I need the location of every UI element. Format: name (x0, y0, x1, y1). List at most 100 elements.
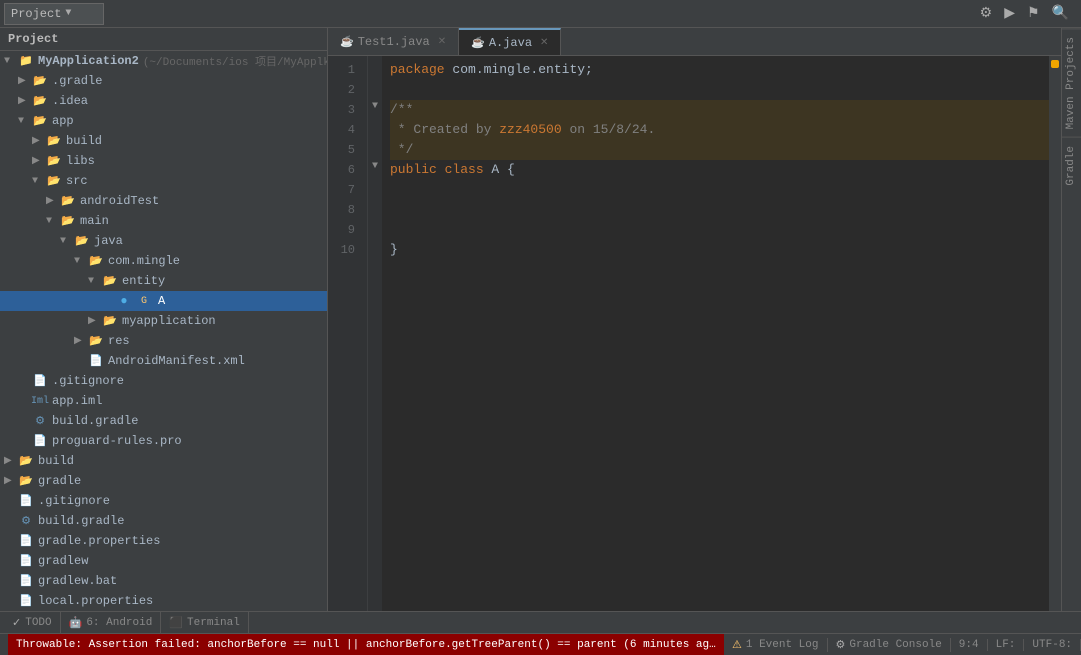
tab-label: Test1.java (358, 35, 430, 49)
android-tab[interactable]: 🤖 6: Android (61, 612, 162, 633)
sidebar-tree[interactable]: ▼ 📁 MyApplication2 (~/Documents/ios 项目/M… (0, 51, 327, 611)
sidebar-item-gradlew-bat[interactable]: ▶ 📄 gradlew.bat (0, 571, 327, 591)
sidebar-item-java[interactable]: ▼ 📂 java (0, 231, 327, 251)
arrow-icon: ▶ (18, 75, 32, 87)
tree-label: com.mingle (108, 254, 180, 268)
tree-label: build (66, 134, 102, 148)
encoding-item[interactable]: UTF-8: (1024, 639, 1081, 651)
fold-gutter: ▼ ▼ (368, 56, 382, 611)
tab-test1java[interactable]: ☕ Test1.java ✕ (328, 28, 459, 55)
sidebar-item-build-root[interactable]: ▶ 📂 build (0, 451, 327, 471)
search-top-icon[interactable]: 🔍 (1048, 3, 1073, 24)
run-icon[interactable]: ▶ (1000, 3, 1019, 24)
sidebar-item-res[interactable]: ▶ 📂 res (0, 331, 327, 351)
file-icon: 📄 (18, 533, 34, 549)
terminal-tab[interactable]: ⬛ Terminal (161, 612, 249, 633)
arrow-icon: ▼ (74, 256, 88, 267)
comment-created: * Created by (390, 120, 499, 140)
git-icon: 📄 (18, 493, 34, 509)
sidebar-item-idea[interactable]: ▶ 📂 .idea (0, 91, 327, 111)
tree-label: app (52, 114, 74, 128)
gradle-console-label: Gradle Console (849, 639, 941, 651)
android-label: 6: Android (86, 617, 152, 629)
gradle-console-item[interactable]: ⚙ Gradle Console (828, 638, 951, 652)
tree-label: gradle (38, 474, 81, 488)
tab-close-test1[interactable]: ✕ (438, 36, 446, 48)
sidebar-item-commingle[interactable]: ▼ 📂 com.mingle (0, 251, 327, 271)
sidebar-item-myapp2[interactable]: ▼ 📁 MyApplication2 (~/Documents/ios 项目/M… (0, 51, 327, 71)
comment-open: /** (390, 100, 413, 120)
sidebar-item-A[interactable]: ▶ ● G A (0, 291, 327, 311)
code-line-6: public class A { (390, 160, 1053, 180)
main-area: Project ▼ 📁 MyApplication2 (~/Documents/… (0, 28, 1081, 611)
flag-icon[interactable]: ⚑ (1023, 3, 1044, 24)
sidebar-item-gradle-hidden[interactable]: ▶ 📂 .gradle (0, 71, 327, 91)
tree-label: res (108, 334, 130, 348)
sidebar-item-build-gradle-app[interactable]: ▶ ⚙ build.gradle (0, 411, 327, 431)
sidebar-item-libs[interactable]: ▶ 📂 libs (0, 151, 327, 171)
sidebar-item-main[interactable]: ▼ 📂 main (0, 211, 327, 231)
code-content[interactable]: package com.mingle.entity; /** * Created… (382, 56, 1061, 611)
sync-icon[interactable]: ⚙ (976, 3, 997, 24)
folder-icon: 📂 (32, 73, 48, 89)
right-panels: Maven Projects Gradle (1061, 28, 1081, 611)
sidebar-item-local-props[interactable]: ▶ 📄 local.properties (0, 591, 327, 611)
position-item[interactable]: 9:4 (951, 639, 988, 651)
maven-projects-panel[interactable]: Maven Projects (1062, 28, 1081, 137)
scroll-indicator[interactable] (1049, 56, 1061, 611)
sidebar-item-myapplication[interactable]: ▶ 📂 myapplication (0, 311, 327, 331)
sidebar-item-entity[interactable]: ▼ 📂 entity (0, 271, 327, 291)
sidebar-item-app-iml[interactable]: ▶ Iml app.iml (0, 391, 327, 411)
sidebar-item-src[interactable]: ▼ 📂 src (0, 171, 327, 191)
tree-sublabel: (~/Documents/ios 项目/MyApplk... (143, 53, 327, 69)
sidebar-item-gitignore-app[interactable]: ▶ 📄 .gitignore (0, 371, 327, 391)
status-error[interactable]: Throwable: Assertion failed: anchorBefor… (8, 634, 724, 655)
arrow-icon: ▶ (74, 335, 88, 347)
tree-label: build.gradle (52, 414, 138, 428)
status-bar: Throwable: Assertion failed: anchorBefor… (0, 633, 1081, 655)
warning-icon: ⚠ (732, 638, 742, 652)
arrow-icon: ▼ (32, 176, 46, 187)
line-numbers: 1 2 3 4 5 6 7 8 9 10 (328, 56, 368, 611)
sidebar-item-build[interactable]: ▶ 📂 build (0, 131, 327, 151)
file-icon: 📄 (18, 593, 34, 609)
fold-marker-6[interactable]: ▼ (368, 156, 382, 176)
sidebar-title: Project (8, 32, 58, 46)
sidebar-item-gradle-props[interactable]: ▶ 📄 gradle.properties (0, 531, 327, 551)
sidebar-item-gradlew[interactable]: ▶ 📄 gradlew (0, 551, 327, 571)
fold-marker-3[interactable]: ▼ (368, 96, 382, 116)
sidebar-item-gitignore-root[interactable]: ▶ 📄 .gitignore (0, 491, 327, 511)
code-line-10: } (390, 240, 1053, 260)
gradle-panel[interactable]: Gradle (1062, 137, 1081, 194)
tree-label: androidTest (80, 194, 159, 208)
tree-label: src (66, 174, 88, 188)
event-log-item[interactable]: ⚠ 1 Event Log (724, 638, 828, 652)
tree-label: entity (122, 274, 165, 288)
arrow-icon: ▶ (102, 295, 116, 307)
sidebar-item-gradle-root[interactable]: ▶ 📂 gradle (0, 471, 327, 491)
tree-label: local.properties (38, 594, 153, 608)
tree-label: A (158, 294, 165, 308)
line-num-2: 2 (328, 80, 361, 100)
class-icon: ● (116, 293, 132, 309)
sidebar-item-build-gradle-root[interactable]: ▶ ⚙ build.gradle (0, 511, 327, 531)
tab-close-ajava[interactable]: ✕ (540, 37, 548, 49)
brace-close: } (390, 240, 398, 260)
folder-icon: 📂 (60, 193, 76, 209)
bottom-toolbar: ✓ TODO 🤖 6: Android ⬛ Terminal (0, 611, 1081, 633)
sidebar-item-app[interactable]: ▼ 📂 app (0, 111, 327, 131)
arrow-icon: ▶ (46, 195, 60, 207)
tab-ajava[interactable]: ☕ A.java ✕ (459, 28, 561, 55)
encoding-label: UTF-8: (1032, 639, 1072, 651)
code-line-5: */ (390, 140, 1053, 160)
comment-date: on 15/8/24. (562, 120, 656, 140)
code-line-9 (390, 220, 1053, 240)
todo-tab[interactable]: ✓ TODO (4, 612, 61, 633)
project-dropdown[interactable]: Project ▼ (4, 3, 104, 25)
tree-label: myapplication (122, 314, 216, 328)
code-editor[interactable]: 1 2 3 4 5 6 7 8 9 10 ▼ ▼ (328, 56, 1061, 611)
line-sep-item[interactable]: LF: (988, 639, 1025, 651)
sidebar-item-androidmanifest[interactable]: ▶ 📄 AndroidManifest.xml (0, 351, 327, 371)
sidebar-item-proguard[interactable]: ▶ 📄 proguard-rules.pro (0, 431, 327, 451)
sidebar-item-androidtest[interactable]: ▶ 📂 androidTest (0, 191, 327, 211)
